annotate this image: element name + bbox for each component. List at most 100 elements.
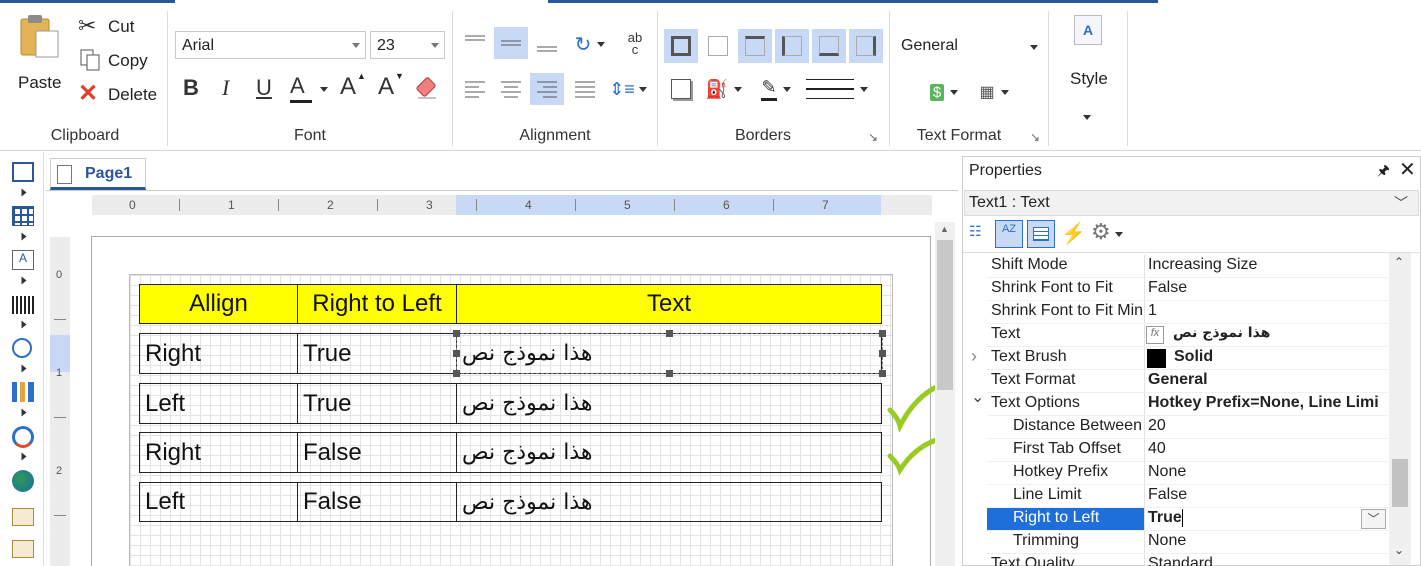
property-row[interactable]: Text Options ⌄ Hotkey Prefix=None, Line Li… [963,389,1388,416]
property-row[interactable]: Right to Left ﹀ True [963,508,1388,531]
categorized-button[interactable]: ☷ [969,223,993,245]
border-left-button[interactable] [775,29,809,63]
line-spacing-button[interactable]: ⇕≡ [606,73,650,105]
expand-icon[interactable]: › [971,346,977,367]
property-row[interactable]: First Tab Offset 40 [963,439,1388,462]
align-right-button[interactable] [530,73,564,105]
cut-button[interactable]: ✂ Cut [78,13,158,39]
resize-handle[interactable] [879,350,886,357]
underline-button[interactable]: U [256,75,272,101]
property-row[interactable]: Text fx هذا نموذج نص [963,324,1388,347]
table-header-cell[interactable]: Allign [139,284,298,324]
toolbox-shape-icon[interactable] [12,338,32,358]
border-none-button[interactable] [701,29,735,63]
property-row[interactable]: Hotkey Prefix None [963,462,1388,485]
copy-button[interactable]: Copy [78,49,158,73]
table-cell[interactable]: Right [139,432,298,473]
grow-font-button[interactable]: A ▲ [340,71,368,103]
style-button[interactable]: A Style [1060,11,1120,126]
table-cell[interactable]: Right [139,333,298,374]
text-format-select[interactable]: General [896,33,1044,61]
property-row[interactable]: Distance Between 20 [963,416,1388,439]
border-bottom-button[interactable] [812,29,846,63]
property-row[interactable]: Text Quality Standard [963,554,1388,566]
border-style-button[interactable] [802,73,872,105]
resize-handle[interactable] [666,330,673,337]
border-right-button[interactable] [849,29,883,63]
close-icon[interactable]: ✕ [1399,157,1416,182]
text-format-launcher-icon[interactable]: ↘ [1030,130,1040,144]
toolbox-text-icon[interactable]: A [12,250,34,270]
table-cell[interactable]: False [297,482,457,522]
table-cell[interactable]: True [297,333,457,374]
date-format-button[interactable]: ▦ [972,77,1016,107]
clear-format-button[interactable] [414,75,440,101]
collapse-icon[interactable]: ⌄ [971,387,984,407]
font-size-select[interactable]: 23 [370,31,445,59]
toolbox-subreport-icon[interactable] [12,540,34,558]
properties-scrollbar[interactable]: ⌃ ⌄ [1389,253,1411,565]
designer-scrollbar[interactable]: ▲ [935,222,955,566]
delete-button[interactable]: ✕ Delete [78,80,158,107]
property-row[interactable]: Shift Mode Increasing Size [963,255,1388,278]
alphabetical-button[interactable]: AZ [995,220,1023,248]
resize-handle[interactable] [879,330,886,337]
shadow-button[interactable] [664,73,698,105]
events-lightning-icon[interactable]: ⚡ [1061,221,1086,246]
property-row[interactable]: Text Brush › Solid [963,346,1388,370]
border-color-button[interactable]: ✎ [754,73,798,105]
toolbox-gauge-icon[interactable] [12,426,34,448]
table-text-cell[interactable]: هذا نموذج نص [456,432,882,473]
table-cell[interactable]: Left [139,482,298,522]
align-middle-button[interactable] [494,27,528,59]
align-left-button[interactable] [458,73,492,105]
resize-handle[interactable] [453,350,460,357]
property-row[interactable]: Line Limit False [963,485,1388,508]
table-cell[interactable]: False [297,432,457,473]
align-bottom-button[interactable] [530,27,564,59]
table-header-cell[interactable]: Text [456,284,882,324]
font-family-select[interactable]: Arial [175,31,366,59]
border-all-button[interactable] [664,29,698,63]
align-top-button[interactable] [458,27,492,59]
text-direction-button[interactable]: ab c [620,29,650,59]
property-row[interactable]: Shrink Font to Fit Min 1 [963,301,1388,324]
toolbox-table-icon[interactable] [12,206,34,226]
italic-button[interactable]: I [222,75,229,101]
shrink-font-button[interactable]: A ▼ [378,71,406,103]
toolbox-report-icon[interactable] [12,508,34,526]
currency-format-button[interactable]: $ [922,77,966,107]
table-cell[interactable]: Left [139,383,298,424]
gear-icon[interactable]: ⚙ [1091,219,1111,245]
table-header-cell[interactable]: Right to Left [297,284,457,324]
align-center-button[interactable] [494,73,528,105]
rotate-button[interactable]: ↻ [570,29,610,59]
toolbox-band-icon[interactable] [12,162,34,182]
resize-handle[interactable] [879,370,886,377]
resize-handle[interactable] [666,370,673,377]
font-color-button[interactable]: A [290,73,330,103]
properties-view-button[interactable] [1027,220,1055,248]
justify-button[interactable] [568,73,602,105]
bold-button[interactable]: B [183,75,199,101]
toolbox-chart-icon[interactable] [12,382,34,402]
table-text-cell[interactable]: هذا نموذج نص [456,482,882,522]
object-selector[interactable]: Text1 : Text ﹀ [964,190,1419,216]
resize-handle[interactable] [453,330,460,337]
border-top-button[interactable] [738,29,772,63]
resize-handle[interactable] [453,370,460,377]
toolbox-barcode-icon[interactable] [12,296,34,314]
value-dropdown-button[interactable]: ﹀ [1361,509,1386,529]
toolbox-map-icon[interactable] [12,470,34,492]
expression-icon[interactable]: fx [1146,326,1164,344]
borders-launcher-icon[interactable]: ↘ [868,130,878,144]
tab-page1[interactable]: Page1 [50,158,146,190]
pin-icon[interactable]: 🖈 [1377,160,1390,184]
property-row[interactable]: Text Format General [963,370,1388,393]
paste-button[interactable]: Paste [10,11,68,92]
table-cell[interactable]: True [297,383,457,424]
property-row[interactable]: Shrink Font to Fit False [963,278,1388,301]
property-row[interactable]: Trimming None [963,531,1388,554]
table-text-cell[interactable]: هذا نموذج نص [456,383,882,424]
fill-color-button[interactable]: ⛽ [702,73,746,105]
